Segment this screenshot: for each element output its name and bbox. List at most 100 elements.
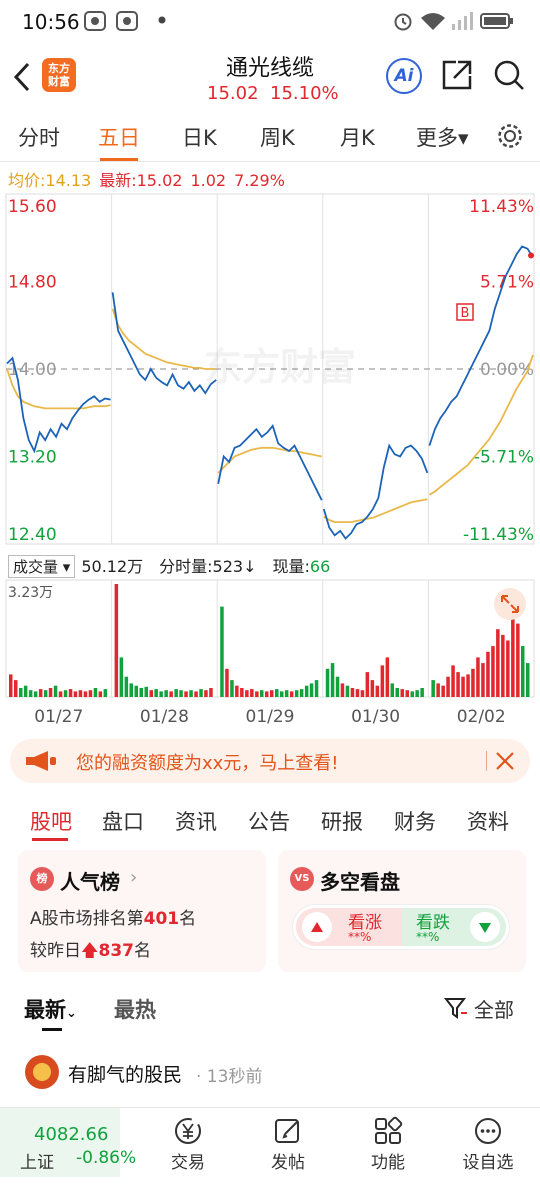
bottom-bar: 4082.66 上证 -0.86% 交易 发帖 功能 设自选 (0, 1107, 540, 1178)
alarm-icon (394, 13, 412, 31)
volume-bar (33, 691, 38, 698)
price-summary: 均价:14.13 最新:15.02 1.02 7.29% (8, 171, 285, 190)
feed-tab-latest[interactable]: 最新⌄ (24, 994, 77, 1024)
gear-icon[interactable] (496, 122, 524, 150)
search-icon[interactable] (492, 58, 526, 92)
volume-bar (129, 683, 133, 697)
volume-bar (209, 688, 213, 697)
volume-bar (431, 680, 435, 697)
volume-bar (350, 688, 355, 697)
grid-icon (375, 1116, 403, 1144)
volume-bar (486, 651, 490, 697)
tab-intraday[interactable]: 分时 (18, 122, 60, 152)
price-line (111, 292, 217, 395)
megaphone-icon (26, 751, 56, 771)
tab-five-day[interactable]: 五日 (98, 122, 140, 152)
volume-bar (461, 676, 465, 697)
volume-bar (420, 688, 424, 697)
volume-indicator-select[interactable]: 成交量 ▾ (8, 555, 76, 578)
chevron-right-icon: › (130, 867, 138, 888)
volume-bar (481, 663, 485, 697)
volume-bar (511, 617, 515, 697)
post-username[interactable]: 有脚气的股民 (68, 1060, 182, 1087)
volume-bar (230, 680, 234, 697)
volume-bar (88, 690, 93, 697)
nav-watchlist[interactable]: 设自选 (448, 1116, 528, 1173)
tab-financials[interactable]: 财务 (394, 806, 436, 836)
volume-bar (471, 668, 475, 698)
volume-bar (38, 689, 43, 697)
volume-bar (139, 688, 143, 697)
tab-more[interactable]: 更多▾ (416, 122, 469, 152)
tab-research[interactable]: 研报 (321, 806, 363, 836)
share-icon[interactable] (440, 58, 474, 92)
volume-bar (260, 690, 264, 697)
tab-profile[interactable]: 资料 (467, 806, 509, 836)
popularity-card[interactable]: 榜 人气榜 › A股市场排名第401名 较昨日🡅837名 (18, 850, 266, 972)
tab-weekly-k[interactable]: 周K (260, 122, 295, 152)
pct-axis-label: 0.00% (480, 360, 534, 380)
volume-bar (405, 690, 409, 697)
volume-bar (43, 690, 48, 697)
volume-bar (73, 691, 78, 698)
tab-guba[interactable]: 股吧 (30, 806, 72, 836)
ai-assistant-button[interactable]: Ai (386, 58, 422, 94)
tab-monthly-k[interactable]: 月K (340, 122, 375, 152)
volume-bar (466, 674, 470, 697)
buy-marker[interactable]: B (456, 303, 474, 321)
nav-functions[interactable]: 功能 (348, 1116, 428, 1173)
feed-tabs: 最新⌄ 最热 全部 (0, 990, 540, 1031)
tab-announcements[interactable]: 公告 (248, 806, 290, 836)
filter-label[interactable]: 全部 (474, 994, 514, 1023)
volume-bar (194, 691, 198, 698)
index-ticker[interactable]: 4082.66 上证 -0.86% (0, 1108, 136, 1178)
expand-bg (494, 588, 526, 620)
volume-max-label: 3.23万 (8, 585, 53, 601)
current-volume: 66 (309, 557, 331, 576)
dot-icon (158, 16, 166, 24)
volume-bar (365, 672, 370, 697)
watermark: 东方财富 (204, 345, 356, 389)
feed-tab-hot[interactable]: 最热 (114, 994, 156, 1024)
nav-trade[interactable]: 交易 (148, 1116, 228, 1173)
bear-button[interactable]: 看跌 **% (402, 908, 506, 946)
triangle-down-icon (479, 923, 491, 933)
stock-price: 15.02 (207, 83, 259, 104)
tab-daily-k[interactable]: 日K (182, 122, 217, 152)
close-icon[interactable] (494, 750, 516, 772)
tab-pankou[interactable]: 盘口 (102, 806, 144, 836)
bull-button[interactable]: 看涨 **% (296, 908, 402, 946)
volume-bar (270, 690, 274, 697)
avatar[interactable] (24, 1054, 60, 1090)
sentiment-card[interactable]: VS 多空看盘 看涨 **% 看跌 **% (278, 850, 526, 972)
filter-icon[interactable] (444, 996, 468, 1020)
tab-news[interactable]: 资讯 (175, 806, 217, 836)
popularity-title: 人气榜 (60, 870, 120, 894)
volume-bar (144, 686, 148, 697)
volume-header: 成交量 ▾ 50.12万 分时量:523↓ 现量:66 (8, 553, 330, 578)
nav-post[interactable]: 发帖 (248, 1116, 328, 1173)
sentiment-title: 多空看盘 (320, 870, 400, 894)
volume-bar (134, 685, 138, 697)
volume-bar (506, 640, 510, 697)
margin-banner[interactable]: 您的融资额度为xx元，马上查看! (10, 739, 530, 783)
volume-bar (395, 688, 399, 697)
index-change: -0.86% (76, 1148, 137, 1168)
rank-line: A股市场排名第401名 (30, 909, 197, 929)
price-axis-label: 14.80 (8, 273, 57, 293)
up-arrow-icon: 🡅 (81, 941, 99, 961)
volume-bar (304, 685, 309, 697)
expand-button[interactable] (494, 588, 526, 620)
volume-bar (370, 680, 375, 697)
rank-change-value: 837 (98, 941, 134, 961)
volume-bar (149, 690, 153, 697)
volume-bar (220, 606, 224, 697)
volume-bar (526, 663, 530, 697)
pct-axis-label: 11.43% (469, 197, 534, 217)
five-day-chart[interactable]: 东方财富 15.60 11.43%14.80 5.71%14.00 0.00%13.2… (0, 192, 540, 732)
volume-bar (19, 688, 23, 697)
post-item[interactable]: 有脚气的股民 · 13秒前 (0, 1050, 540, 1100)
date-label: 01/30 (351, 707, 400, 727)
volume-bar (355, 689, 360, 697)
ranking-icon: 榜 (30, 867, 54, 891)
